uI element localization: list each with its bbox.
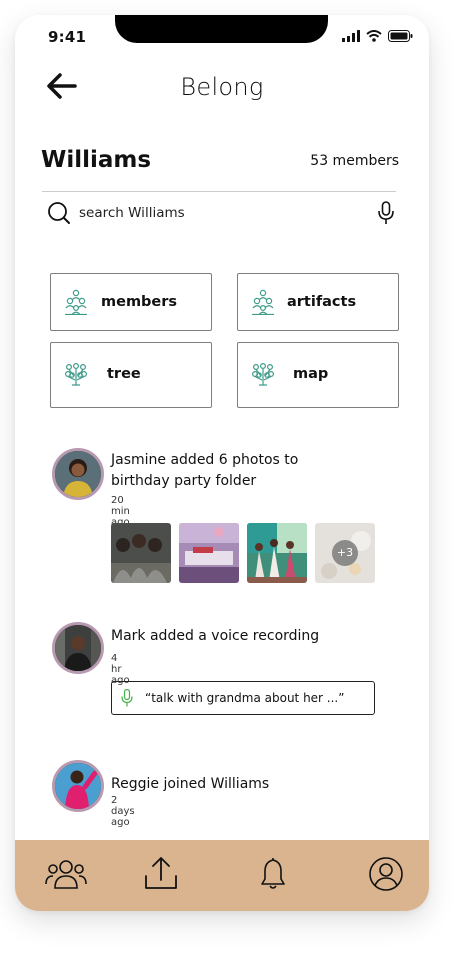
feed-time: 2 days ago: [111, 795, 135, 828]
more-photos-badge: +3: [332, 540, 358, 566]
device-notch: [115, 15, 328, 43]
bottom-nav: [15, 840, 429, 911]
photo-thumbnail[interactable]: [179, 523, 239, 583]
tile-tree[interactable]: tree: [50, 342, 212, 408]
search-bar[interactable]: search Williams: [45, 200, 395, 226]
status-time: 9:41: [48, 28, 87, 46]
signal-icon: [342, 30, 360, 42]
tile-map[interactable]: map: [237, 342, 399, 408]
photo-thumbnail[interactable]: [111, 523, 171, 583]
feed-text: Jasmine added 6 photos to birthday party…: [111, 452, 299, 489]
profile-icon: [369, 857, 403, 891]
upload-icon: [145, 857, 177, 889]
avatar-jasmine: [55, 451, 101, 497]
search-input[interactable]: search Williams: [79, 205, 185, 221]
bell-icon: [261, 858, 285, 889]
avatar[interactable]: [52, 622, 104, 674]
photo-thumbnail[interactable]: [247, 523, 307, 583]
wifi-icon: [366, 30, 382, 42]
tree-icon: [64, 363, 88, 386]
photo-thumbnail[interactable]: +3: [315, 523, 375, 583]
status-icons: [342, 30, 413, 42]
party-table-image: [179, 523, 239, 583]
app-title: Belong: [180, 73, 264, 101]
tile-label: tree: [107, 366, 141, 382]
map-icon: [251, 363, 275, 386]
tile-label: map: [293, 366, 329, 382]
members-icon: [65, 289, 87, 315]
avatar-reggie: [55, 763, 101, 809]
microphone-icon[interactable]: [377, 201, 395, 225]
nav-upload[interactable]: [144, 856, 178, 896]
feed-text: Reggie joined Williams: [111, 776, 270, 792]
avatar[interactable]: [52, 448, 104, 500]
feed-text: Mark added a voice recording: [111, 628, 320, 644]
phone-frame: 9:41 Belong Williams 53 members search W…: [15, 15, 429, 911]
header: Belong: [15, 65, 429, 109]
avatar[interactable]: [52, 760, 104, 812]
artifacts-icon: [252, 289, 274, 315]
voice-recording[interactable]: “talk with grandma about her ...”: [111, 681, 375, 715]
battery-icon: [388, 30, 413, 42]
member-count: 53 members: [310, 153, 399, 169]
group-name: Williams: [41, 147, 152, 173]
tile-label: members: [101, 294, 178, 310]
group-photo-image: [111, 523, 171, 583]
nav-profile[interactable]: [368, 856, 404, 896]
tile-members[interactable]: members: [50, 273, 212, 331]
dancing-photo-image: [247, 523, 307, 583]
search-icon: [48, 202, 70, 224]
divider: [42, 191, 396, 192]
microphone-icon: [121, 689, 133, 707]
tile-artifacts[interactable]: artifacts: [237, 273, 399, 331]
tile-label: artifacts: [287, 294, 357, 310]
community-icon: [45, 860, 87, 889]
nav-notifications[interactable]: [260, 856, 286, 896]
nav-community[interactable]: [45, 856, 87, 896]
avatar-mark: [55, 625, 101, 671]
voice-transcript: “talk with grandma about her ...”: [145, 691, 345, 705]
